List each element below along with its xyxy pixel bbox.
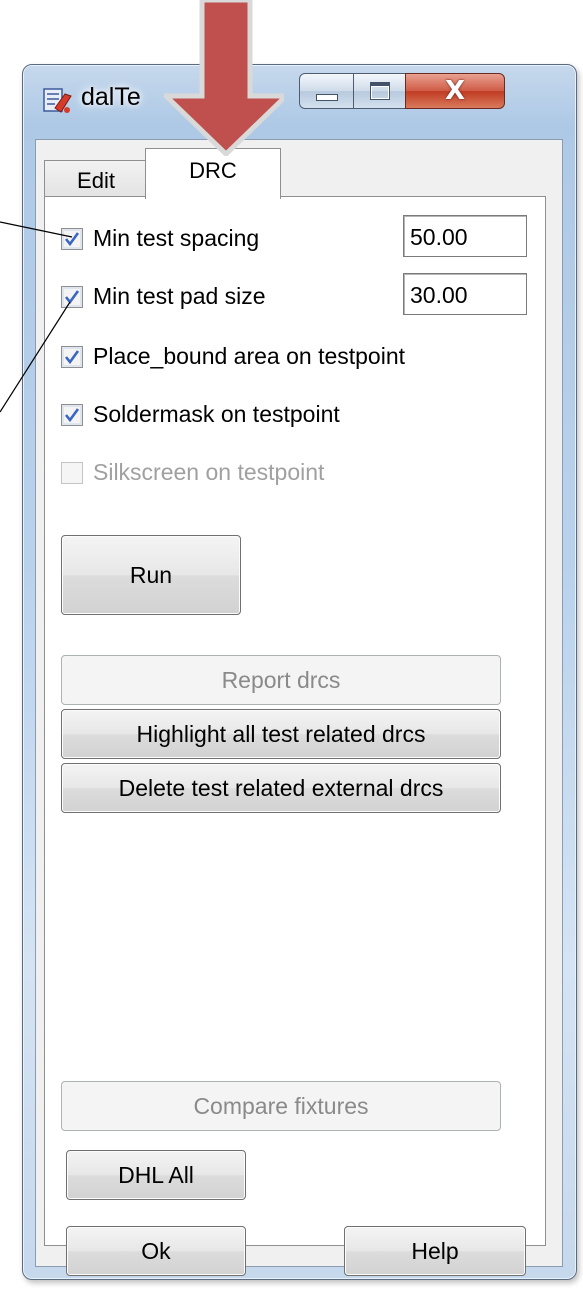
daltest-window: dalTe X Edit DRC Min test spacing 50.00	[22, 64, 577, 1280]
window-title: dalTe	[81, 83, 141, 111]
ok-button[interactable]: Ok	[66, 1226, 246, 1276]
silkscreen-row: Silkscreen on testpoint	[61, 459, 324, 486]
down-arrow-icon	[164, 0, 284, 156]
drc-tab-panel: Min test spacing 50.00 Min test pad size…	[44, 196, 546, 1246]
pcb-tool-icon[interactable]	[43, 86, 73, 116]
soldermask-checkbox[interactable]	[61, 403, 83, 426]
min-test-pad-size-checkbox[interactable]	[61, 285, 83, 308]
min-test-spacing-input[interactable]: 50.00	[403, 215, 527, 257]
close-icon: X	[444, 76, 466, 106]
checkmark-icon	[64, 349, 80, 364]
checkmark-icon	[64, 231, 80, 246]
place-bound-row: Place_bound area on testpoint	[61, 343, 405, 370]
place-bound-checkbox[interactable]	[61, 345, 83, 368]
highlight-test-drcs-button[interactable]: Highlight all test related drcs	[61, 709, 501, 759]
report-drcs-button: Report drcs	[61, 655, 501, 705]
help-button[interactable]: Help	[344, 1226, 526, 1276]
compare-fixtures-button: Compare fixtures	[61, 1081, 501, 1131]
checkmark-icon	[64, 407, 80, 422]
tab-edit[interactable]: Edit	[44, 160, 148, 197]
min-test-spacing-label: Min test spacing	[93, 225, 260, 251]
client-area: Edit DRC Min test spacing 50.00 Min test…	[35, 139, 563, 1267]
maximize-button[interactable]	[353, 73, 407, 109]
dhl-all-button-main[interactable]: DHL All	[66, 1150, 246, 1200]
checkmark-icon	[64, 289, 80, 304]
silkscreen-label: Silkscreen on testpoint	[93, 459, 325, 485]
close-button[interactable]: X	[405, 73, 505, 109]
min-test-pad-size-row: Min test pad size	[61, 283, 266, 310]
soldermask-row: Soldermask on testpoint	[61, 401, 340, 428]
minimize-icon	[316, 93, 338, 101]
run-button[interactable]: Run	[61, 535, 241, 615]
title-bar[interactable]: dalTe X	[23, 65, 576, 135]
minimize-button[interactable]	[299, 73, 355, 109]
min-test-pad-size-input[interactable]: 30.00	[403, 273, 527, 315]
min-test-pad-size-label: Min test pad size	[93, 283, 266, 309]
soldermask-label: Soldermask on testpoint	[93, 401, 340, 427]
min-test-spacing-row: Min test spacing	[61, 225, 259, 252]
place-bound-label: Place_bound area on testpoint	[93, 343, 406, 369]
silkscreen-checkbox	[61, 461, 83, 484]
min-test-spacing-checkbox[interactable]	[61, 227, 83, 250]
maximize-icon	[370, 82, 390, 100]
delete-external-drcs-button[interactable]: Delete test related external drcs	[61, 763, 501, 813]
